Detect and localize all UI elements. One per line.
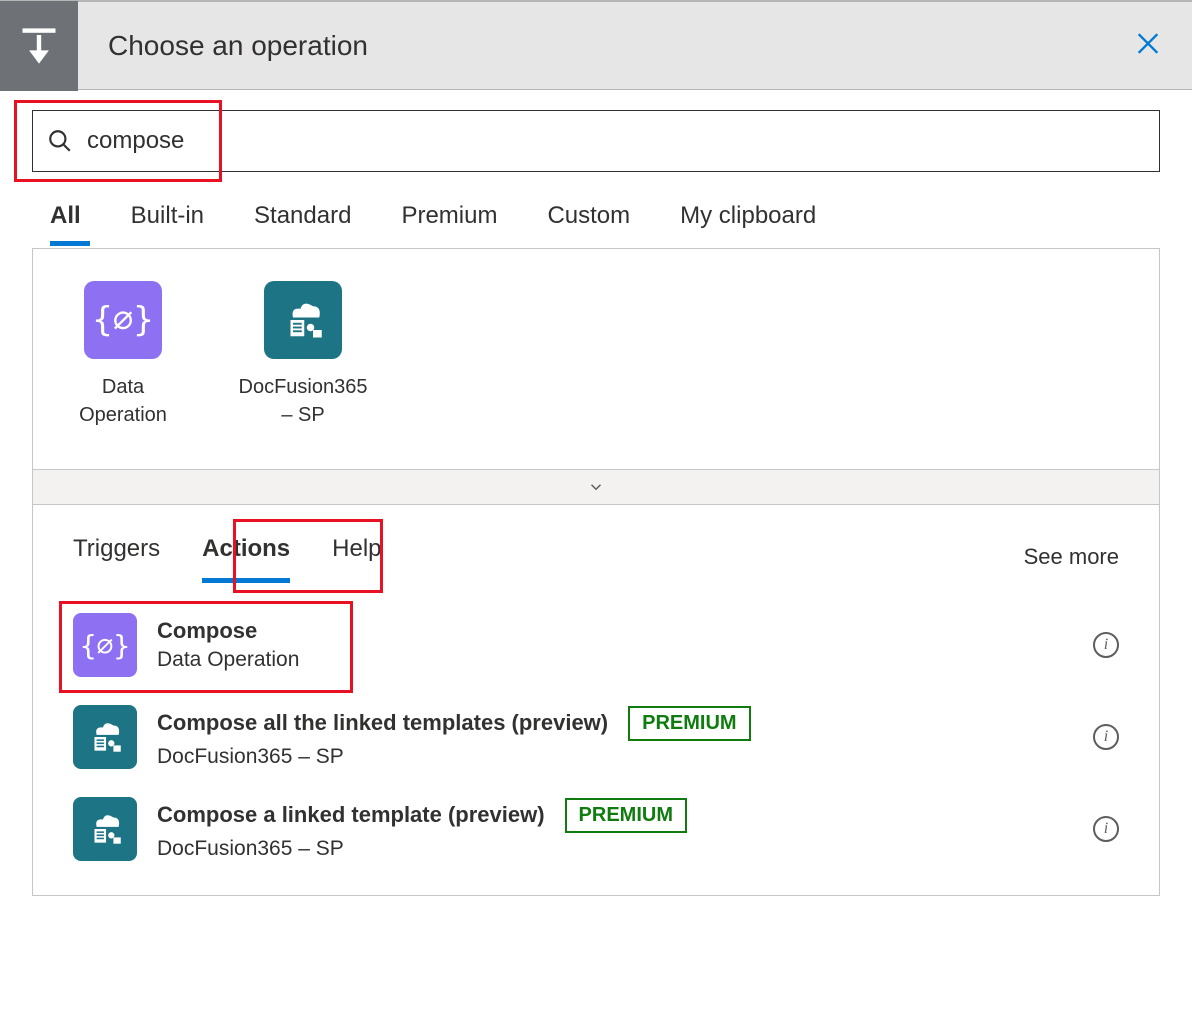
action-list: {∅} Compose Data Operation i — [33, 589, 1159, 895]
subtab-triggers[interactable]: Triggers — [73, 535, 160, 579]
subtab-help[interactable]: Help — [332, 535, 381, 579]
cloud-doc-icon — [278, 295, 328, 345]
docfusion-icon — [264, 281, 342, 359]
info-icon[interactable]: i — [1093, 724, 1119, 750]
chevron-down-icon — [587, 478, 605, 496]
insert-step-icon — [17, 24, 61, 68]
data-operation-icon: {∅} — [73, 613, 137, 677]
info-icon[interactable]: i — [1093, 632, 1119, 658]
connector-label: Data Operation — [63, 373, 183, 429]
code-braces-icon: {∅} — [92, 300, 153, 340]
action-text: Compose all the linked templates (previe… — [157, 706, 751, 769]
action-text: Compose a linked template (preview) PREM… — [157, 798, 687, 861]
connector-data-operation[interactable]: {∅} Data Operation — [63, 281, 183, 429]
close-icon — [1134, 29, 1162, 57]
premium-badge: PREMIUM — [565, 798, 687, 833]
tab-my-clipboard[interactable]: My clipboard — [680, 202, 816, 244]
docfusion-icon — [73, 705, 137, 769]
search-container — [0, 90, 1192, 184]
code-braces-icon: {∅} — [80, 629, 131, 662]
search-icon — [47, 128, 73, 154]
connector-docfusion[interactable]: DocFusion365 – SP — [243, 281, 363, 429]
dialog-header: Choose an operation — [0, 0, 1192, 90]
action-subtitle: Data Operation — [157, 648, 299, 672]
expand-toggle[interactable] — [33, 469, 1159, 505]
connector-panel: {∅} Data Operation DocFusion365 – SP — [32, 248, 1160, 896]
docfusion-icon — [73, 797, 137, 861]
tab-all[interactable]: All — [50, 202, 81, 244]
tab-custom[interactable]: Custom — [547, 202, 630, 244]
subtabs-row: Triggers Actions Help See more — [33, 505, 1159, 589]
dialog-title: Choose an operation — [108, 30, 368, 62]
connector-label: DocFusion365 – SP — [239, 373, 368, 429]
action-text: Compose Data Operation — [157, 618, 299, 672]
action-title: Compose a linked template (preview) — [157, 802, 545, 828]
action-title: Compose — [157, 618, 257, 644]
action-subtitle: DocFusion365 – SP — [157, 745, 751, 769]
search-input[interactable] — [87, 127, 1145, 155]
premium-badge: PREMIUM — [628, 706, 750, 741]
action-compose-linked[interactable]: Compose a linked template (preview) PREM… — [57, 783, 1135, 875]
action-title: Compose all the linked templates (previe… — [157, 710, 608, 736]
category-tabs: All Built-in Standard Premium Custom My … — [0, 184, 1192, 244]
action-compose-all-linked[interactable]: Compose all the linked templates (previe… — [57, 691, 1135, 783]
tab-built-in[interactable]: Built-in — [131, 202, 204, 244]
cloud-doc-icon — [84, 808, 126, 850]
action-compose[interactable]: {∅} Compose Data Operation i — [57, 599, 1135, 691]
cloud-doc-icon — [84, 716, 126, 758]
data-operation-icon: {∅} — [84, 281, 162, 359]
action-subtitle: DocFusion365 – SP — [157, 837, 687, 861]
tab-standard[interactable]: Standard — [254, 202, 351, 244]
see-more-link[interactable]: See more — [1024, 544, 1119, 570]
subtab-actions[interactable]: Actions — [202, 535, 290, 579]
search-box[interactable] — [32, 110, 1160, 172]
tab-premium[interactable]: Premium — [401, 202, 497, 244]
operation-icon — [0, 1, 78, 91]
close-button[interactable] — [1134, 29, 1162, 62]
info-icon[interactable]: i — [1093, 816, 1119, 842]
connector-grid: {∅} Data Operation DocFusion365 – SP — [33, 249, 1159, 469]
